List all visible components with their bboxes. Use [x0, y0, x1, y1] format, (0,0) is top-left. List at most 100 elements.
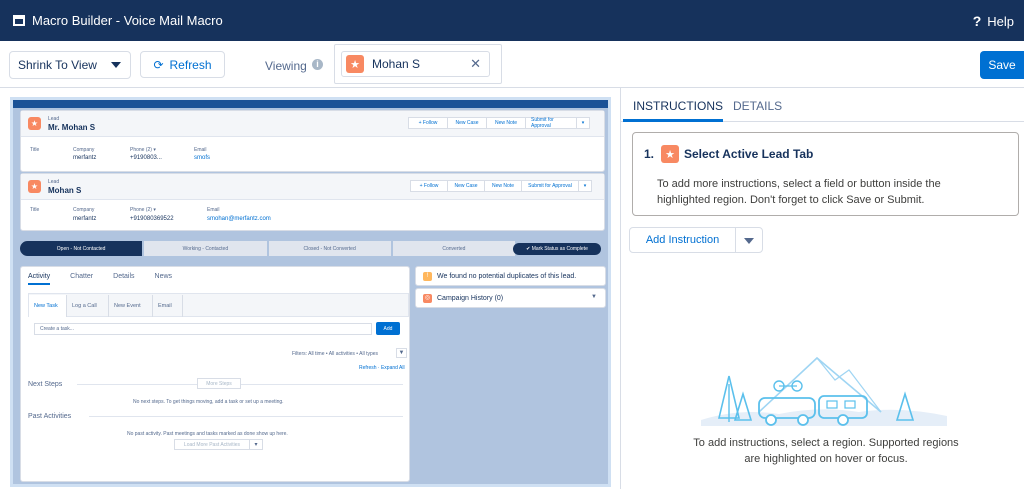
- next-steps-heading: Next Steps: [28, 381, 63, 388]
- submit-approval-button[interactable]: Submit for Approval: [525, 117, 577, 129]
- app-header: Macro Builder - Voice Mail Macro ? Help: [0, 0, 1024, 41]
- step-title: Select Active Lead Tab: [684, 147, 814, 161]
- filter-icon[interactable]: ▼: [396, 348, 407, 358]
- record-type-label: Lead: [48, 179, 60, 185]
- tab-news[interactable]: News: [155, 273, 173, 285]
- macro-builder-icon: [13, 15, 25, 26]
- new-case-button[interactable]: New Case: [447, 180, 485, 192]
- duplicates-message: We found no potential duplicates of this…: [437, 273, 577, 280]
- instructions-panel: INSTRUCTIONS DETAILS 1. ★ Select Active …: [620, 88, 1024, 489]
- warning-icon: !: [423, 272, 432, 281]
- field-label: Company: [73, 147, 95, 153]
- lead-card-header: ★ Lead Mohan S + Follow New Case New Not…: [21, 174, 604, 200]
- add-instruction-button[interactable]: Add Instruction: [629, 227, 736, 253]
- chevron-down-icon[interactable]: ▼: [591, 294, 597, 300]
- chevron-down-icon[interactable]: ▾: [249, 439, 263, 450]
- field-label: Phone (2) ▾: [130, 147, 156, 153]
- empty-state-text: To add instructions, select a region. Su…: [693, 437, 959, 465]
- field-value: +919080369522: [130, 216, 174, 222]
- field-label: Email: [207, 207, 220, 213]
- path-step[interactable]: Converted: [392, 241, 515, 256]
- empty-next-steps: No next steps. To get things moving, add…: [133, 399, 284, 405]
- new-note-button[interactable]: New Note: [484, 180, 522, 192]
- path-step[interactable]: Open - Not Contacted: [20, 241, 143, 256]
- field-label: Company: [73, 207, 95, 213]
- info-icon[interactable]: i: [312, 59, 323, 70]
- submit-approval-button[interactable]: Submit for Approval: [521, 180, 579, 192]
- active-tab-indicator: [623, 119, 723, 122]
- zoom-select[interactable]: Shrink To View: [9, 51, 131, 79]
- help-link[interactable]: ? Help: [973, 13, 1014, 29]
- preview-stage: ★ Lead Mr. Mohan S + Follow New Case New…: [10, 97, 611, 487]
- lead-icon: ★: [346, 55, 364, 73]
- tab-details[interactable]: DETAILS: [733, 99, 782, 113]
- close-icon[interactable]: ✕: [470, 56, 481, 72]
- past-activities-heading: Past Activities: [28, 413, 72, 420]
- save-button[interactable]: Save: [980, 51, 1024, 79]
- activity-card: Activity Chatter Details News New Task L…: [20, 266, 410, 482]
- field-label: Email: [194, 147, 207, 153]
- viewing-record-pill[interactable]: ★ Mohan S ✕: [341, 51, 490, 77]
- chevron-down-icon: [744, 238, 754, 244]
- refresh-button[interactable]: ⟳ Refresh: [140, 51, 225, 78]
- email-link[interactable]: smofs: [194, 155, 210, 161]
- record-name: Mohan S: [48, 186, 82, 195]
- viewing-record-name: Mohan S: [372, 57, 421, 71]
- tab-activity[interactable]: Activity: [28, 273, 51, 285]
- refresh-expand-links[interactable]: Refresh · Expand All: [359, 365, 405, 371]
- field-label: Title: [30, 207, 40, 213]
- field-value: merfantz: [73, 155, 97, 161]
- lead-icon: ★: [28, 180, 41, 193]
- instruction-step[interactable]: 1. ★ Select Active Lead Tab To add more …: [632, 132, 1019, 216]
- path-step[interactable]: Working - Contacted: [144, 241, 267, 256]
- path-step[interactable]: Closed - Not Converted: [268, 241, 391, 256]
- more-steps-button[interactable]: More Steps: [197, 378, 241, 389]
- campaign-history-title: Campaign History (0): [437, 295, 504, 302]
- activity-tabs: Activity Chatter Details News: [28, 273, 172, 285]
- mark-complete-button[interactable]: ✔ Mark Status as Complete: [513, 243, 601, 255]
- follow-button[interactable]: + Follow: [410, 180, 448, 192]
- empty-state-illustration: [701, 356, 947, 426]
- lead-icon: ★: [661, 145, 679, 163]
- lead-card[interactable]: ★ Lead Mohan S + Follow New Case New Not…: [20, 173, 605, 231]
- email-link[interactable]: smohan@merfantz.com: [207, 216, 271, 222]
- field-value: +9190803...: [130, 155, 162, 161]
- new-case-button[interactable]: New Case: [447, 117, 487, 129]
- action-buttons: + Follow New Case New Note Submit for Ap…: [408, 117, 590, 129]
- campaign-icon: ◎: [423, 294, 432, 303]
- refresh-icon: ⟳: [153, 57, 164, 72]
- page-title: Macro Builder - Voice Mail Macro: [32, 13, 223, 28]
- tab-log-a-call[interactable]: Log a Call: [67, 295, 109, 317]
- filters-text: Filters: All time • All activities • All…: [292, 351, 379, 357]
- step-number: 1.: [644, 147, 655, 161]
- refresh-label: Refresh: [169, 57, 212, 72]
- tab-email[interactable]: Email: [153, 295, 183, 317]
- add-instruction-menu[interactable]: [735, 227, 763, 253]
- campaign-history-card[interactable]: ◎ Campaign History (0) ▼: [415, 288, 606, 308]
- toolbar: Shrink To View ⟳ Refresh Viewing i ★ Moh…: [0, 41, 1024, 88]
- more-actions-icon[interactable]: ▾: [578, 180, 592, 192]
- panel-tabs: INSTRUCTIONS DETAILS: [621, 88, 1024, 122]
- load-more-button[interactable]: Load More Past Activities: [174, 439, 250, 450]
- add-task-button[interactable]: Add: [376, 322, 400, 335]
- tab-new-task[interactable]: New Task: [29, 295, 67, 317]
- lead-icon: ★: [28, 117, 41, 130]
- duplicates-card: ! We found no potential duplicates of th…: [415, 266, 606, 286]
- viewing-label: Viewing: [265, 59, 307, 73]
- help-icon: ?: [972, 13, 982, 29]
- record-name: Mr. Mohan S: [48, 123, 96, 132]
- tab-details[interactable]: Details: [113, 273, 134, 285]
- follow-button[interactable]: + Follow: [408, 117, 448, 129]
- more-actions-icon[interactable]: ▾: [576, 117, 590, 129]
- viewing-record: ★ Mohan S ✕: [334, 44, 502, 84]
- task-input[interactable]: Create a task...: [34, 323, 372, 335]
- lead-card[interactable]: ★ Lead Mr. Mohan S + Follow New Case New…: [20, 110, 605, 172]
- publisher-tabs: New Task Log a Call New Event Email: [28, 293, 409, 317]
- action-buttons: + Follow New Case New Note Submit for Ap…: [410, 180, 592, 192]
- tab-instructions[interactable]: INSTRUCTIONS: [633, 99, 723, 113]
- tab-new-event[interactable]: New Event: [109, 295, 153, 317]
- field-value: merfantz: [73, 216, 97, 222]
- new-note-button[interactable]: New Note: [486, 117, 526, 129]
- empty-past-activities: No past activity. Past meetings and task…: [127, 431, 288, 437]
- tab-chatter[interactable]: Chatter: [70, 273, 93, 285]
